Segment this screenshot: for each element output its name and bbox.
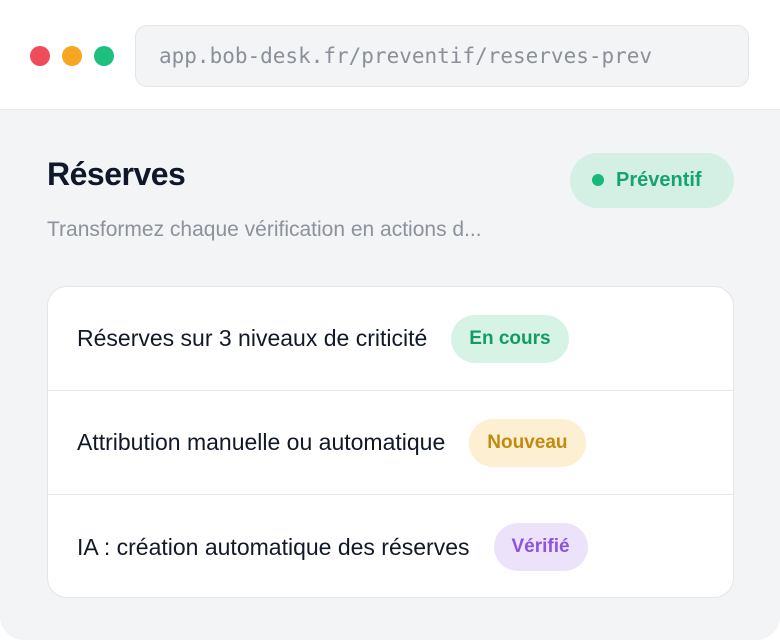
- list-item[interactable]: IA : création automatique des réserves V…: [48, 495, 733, 597]
- maximize-window-icon[interactable]: [94, 46, 114, 66]
- list-item-label: Réserves sur 3 niveaux de criticité: [77, 325, 428, 351]
- status-badge: En cours: [451, 314, 569, 363]
- category-badge-label: Préventif: [616, 169, 702, 191]
- address-bar[interactable]: app.bob-desk.fr/preventif/reserves-prev: [135, 25, 749, 87]
- title-bar: app.bob-desk.fr/preventif/reserves-prev: [0, 0, 780, 110]
- browser-window: app.bob-desk.fr/preventif/reserves-prev …: [0, 0, 780, 640]
- list-item[interactable]: Réserves sur 3 niveaux de criticité En c…: [48, 287, 733, 391]
- list-item-label: IA : création automatique des réserves: [77, 533, 470, 560]
- page-title: Réserves: [47, 156, 186, 192]
- status-badge: Vérifié: [493, 523, 588, 571]
- minimize-window-icon[interactable]: [62, 46, 82, 66]
- status-badge: Nouveau: [469, 418, 586, 467]
- status-dot-icon: [592, 174, 604, 186]
- list-item-label: Attribution manuelle ou automatique: [77, 429, 446, 455]
- close-window-icon[interactable]: [30, 46, 50, 66]
- features-card: Réserves sur 3 niveaux de criticité En c…: [47, 286, 734, 598]
- list-item[interactable]: Attribution manuelle ou automatique Nouv…: [48, 391, 733, 495]
- category-badge: Préventif: [570, 153, 734, 208]
- page-subtitle: Transformez chaque vérification en actio…: [47, 218, 482, 241]
